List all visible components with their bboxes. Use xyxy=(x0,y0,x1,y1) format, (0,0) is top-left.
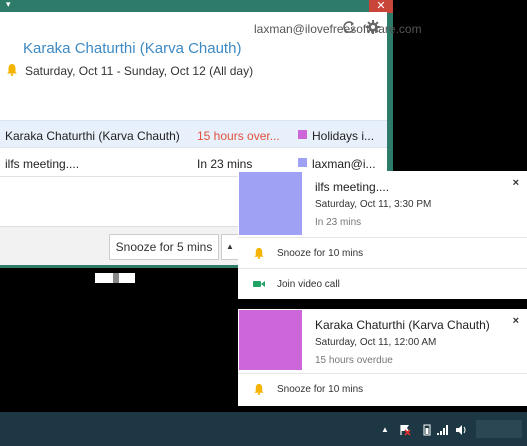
notification-date: Saturday, Oct 11, 3:30 PM xyxy=(315,199,432,210)
account-email: laxman@ilovefreesoftware.com xyxy=(254,22,422,36)
notification-title: ilfs meeting.... xyxy=(315,180,390,194)
bell-icon xyxy=(7,64,17,76)
event-title[interactable]: Karaka Chaturthi (Karva Chauth) xyxy=(23,40,241,57)
signal-icon[interactable] xyxy=(436,424,448,436)
snooze-action[interactable]: Snooze for 10 mins xyxy=(238,237,527,267)
gear-icon[interactable] xyxy=(366,20,380,34)
battery-icon[interactable] xyxy=(421,424,433,436)
reminder-title: Karaka Chaturthi (Karva Chauth) xyxy=(5,129,180,143)
video-icon xyxy=(253,281,265,287)
taskbar: ▲ xyxy=(0,412,527,446)
join-video-action[interactable]: Join video call xyxy=(238,268,527,298)
reminder-calendar: laxman@i... xyxy=(312,157,376,171)
event-date: Saturday, Oct 11 - Sunday, Oct 12 (All d… xyxy=(25,64,254,78)
notification-date: Saturday, Oct 11, 12:00 AM xyxy=(315,337,437,348)
reminder-time: 15 hours over... xyxy=(197,129,280,143)
snooze-button[interactable]: Snooze for 5 mins xyxy=(109,234,219,260)
notification-color-swatch xyxy=(239,310,302,370)
close-icon[interactable]: × xyxy=(513,177,519,189)
action-center-flag-icon[interactable] xyxy=(399,424,411,436)
reminder-title: ilfs meeting.... xyxy=(5,157,80,171)
snooze-action-label: Snooze for 10 mins xyxy=(277,384,364,395)
reminder-row[interactable]: Karaka Chaturthi (Karva Chauth) 15 hours… xyxy=(0,120,387,148)
notification-toast[interactable]: ilfs meeting.... Saturday, Oct 11, 3:30 … xyxy=(238,171,527,299)
refresh-icon[interactable] xyxy=(342,20,356,34)
notification-title: Karaka Chaturthi (Karva Chauth) xyxy=(315,318,490,332)
join-video-label: Join video call xyxy=(277,279,340,290)
window-menu-icon[interactable]: ▾ xyxy=(6,0,16,10)
notification-color-swatch xyxy=(239,172,302,235)
desktop-fragment xyxy=(95,273,135,283)
notification-toast[interactable]: Karaka Chaturthi (Karva Chauth) Saturday… xyxy=(238,309,527,406)
calendar-color-swatch xyxy=(298,158,307,167)
snooze-action-label: Snooze for 10 mins xyxy=(277,248,364,259)
notification-status: In 23 mins xyxy=(315,217,362,228)
volume-icon[interactable] xyxy=(455,424,467,436)
show-hidden-icon[interactable]: ▲ xyxy=(381,424,393,436)
calendar-color-swatch xyxy=(298,130,307,139)
clock-area[interactable] xyxy=(476,420,522,438)
snooze-action[interactable]: Snooze for 10 mins xyxy=(238,373,527,403)
notification-status: 15 hours overdue xyxy=(315,355,393,366)
bell-icon xyxy=(254,247,264,259)
reminder-time: In 23 mins xyxy=(197,157,253,171)
close-icon[interactable]: × xyxy=(513,315,519,327)
reminder-calendar: Holidays i... xyxy=(312,129,375,143)
snooze-options-caret-icon[interactable]: ▲ xyxy=(221,234,239,260)
bell-icon xyxy=(254,383,264,395)
